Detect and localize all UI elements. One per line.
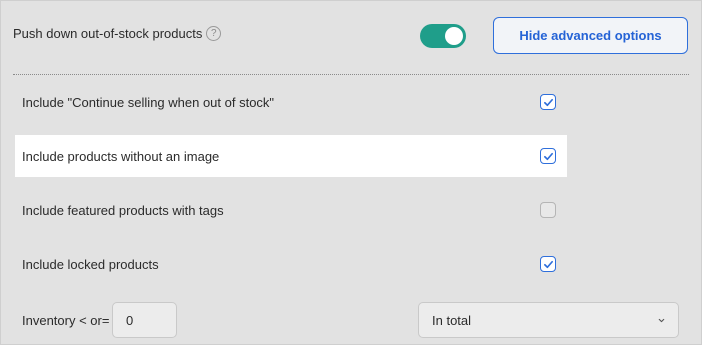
checkbox-featured-tags[interactable] xyxy=(540,202,556,218)
checkbox-without-image[interactable] xyxy=(540,148,556,164)
option-label: Include "Continue selling when out of st… xyxy=(22,94,275,110)
help-icon[interactable]: ? xyxy=(206,26,222,41)
settings-panel: Push down out-of-stock products ? Hide a… xyxy=(0,0,702,345)
checkmark-icon xyxy=(543,152,553,160)
inventory-threshold-input[interactable] xyxy=(112,302,177,338)
checkbox-continue-selling[interactable] xyxy=(540,94,556,110)
select-value: In total xyxy=(432,312,472,328)
settings-header: Push down out-of-stock products ? Hide a… xyxy=(1,1,701,73)
checkbox-locked-products[interactable] xyxy=(540,256,556,272)
inventory-label: Inventory < or= xyxy=(22,313,110,328)
option-label: Include featured products with tags xyxy=(22,202,224,218)
option-row-locked-products: Include locked products xyxy=(15,243,567,285)
option-row-without-image: Include products without an image xyxy=(15,135,567,177)
option-label: Include products without an image xyxy=(22,148,220,164)
chevron-down-icon xyxy=(658,318,665,323)
push-down-label: Push down out-of-stock products xyxy=(13,26,203,41)
toggle-knob xyxy=(445,27,463,45)
push-down-setting: Push down out-of-stock products ? xyxy=(13,26,222,41)
checkmark-icon xyxy=(543,98,553,106)
option-row-continue-selling: Include "Continue selling when out of st… xyxy=(15,81,567,123)
option-row-featured-tags: Include featured products with tags xyxy=(15,189,567,231)
inventory-scope-select[interactable]: In total xyxy=(418,302,679,338)
option-label: Include locked products xyxy=(22,256,159,272)
hide-advanced-options-button[interactable]: Hide advanced options xyxy=(493,17,688,54)
checkmark-icon xyxy=(543,260,553,268)
push-down-toggle[interactable] xyxy=(420,24,466,48)
divider xyxy=(13,74,689,75)
